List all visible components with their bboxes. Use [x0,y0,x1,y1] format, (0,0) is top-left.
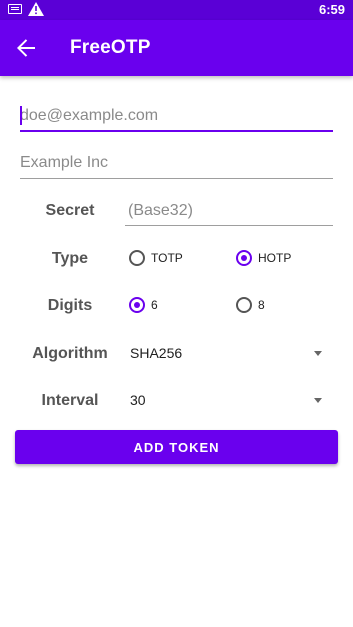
status-bar: 6:59 [0,0,353,20]
digits-option-8-label: 8 [258,298,265,312]
digits-option-6-label: 6 [151,298,158,312]
keyboard-icon [8,4,22,14]
warning-icon [28,2,44,16]
interval-label: Interval [41,392,99,409]
type-radio-hotp[interactable]: HOTP [236,250,291,266]
type-option-totp-label: TOTP [151,251,183,265]
radio-unselected-icon [236,297,252,313]
issuer-input-underline [20,178,333,179]
account-input[interactable] [20,102,333,130]
radio-unselected-icon [129,250,145,266]
back-button[interactable] [10,32,42,64]
interval-value: 30 [130,392,146,408]
status-time: 6:59 [318,2,345,17]
type-label: Type [51,250,89,267]
interval-select[interactable]: 30 [130,388,330,414]
type-radio-totp[interactable]: TOTP [129,250,183,266]
secret-label: Secret [45,202,95,219]
app-bar: FreeOTP [0,20,353,76]
secret-input-underline [125,225,333,226]
secret-input[interactable] [128,197,333,225]
status-icons [8,2,44,16]
digits-label: Digits [47,297,93,314]
type-option-hotp-label: HOTP [258,251,292,265]
dropdown-arrow-icon [314,351,322,356]
algorithm-label: Algorithm [32,345,108,362]
arrow-back-icon [17,39,35,57]
add-token-button[interactable]: ADD TOKEN [15,430,338,464]
algorithm-select[interactable]: SHA256 [130,341,330,367]
issuer-input[interactable] [20,149,333,177]
radio-selected-icon [129,297,145,313]
algorithm-value: SHA256 [130,345,183,361]
digits-radio-6[interactable]: 6 [129,297,158,313]
digits-radio-8[interactable]: 8 [236,297,265,313]
account-input-underline [20,130,333,132]
radio-selected-icon [236,250,252,266]
text-cursor [20,106,22,125]
app-title: FreeOTP [70,37,151,58]
dropdown-arrow-icon [314,398,322,403]
